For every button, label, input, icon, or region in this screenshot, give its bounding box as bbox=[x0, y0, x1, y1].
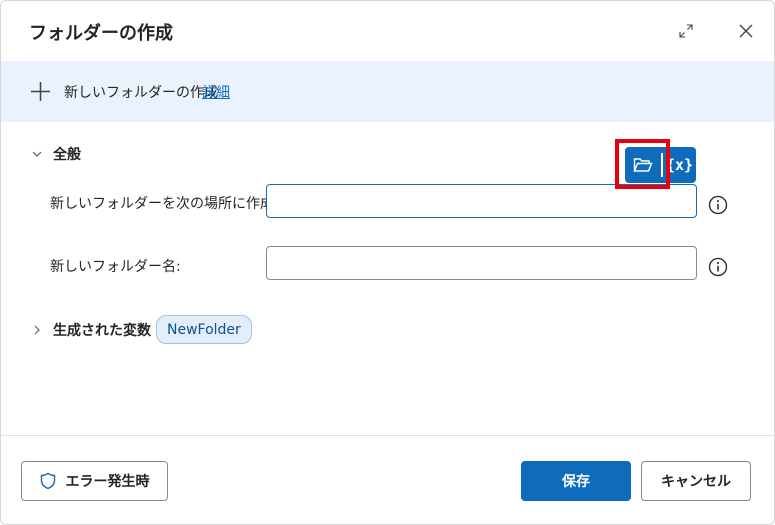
footer-divider bbox=[1, 435, 774, 436]
folder-name-input[interactable] bbox=[266, 246, 697, 280]
on-error-button[interactable]: エラー発生時 bbox=[21, 461, 168, 501]
dialog-title: フォルダーの作成 bbox=[29, 23, 173, 44]
insert-variable-button[interactable]: {x} bbox=[663, 147, 696, 183]
info-banner: 新しいフォルダーの作成 詳細 bbox=[1, 61, 774, 122]
cancel-button[interactable]: キャンセル bbox=[641, 461, 751, 501]
expand-icon bbox=[679, 24, 693, 38]
location-input[interactable] bbox=[266, 184, 697, 218]
folder-name-label: 新しいフォルダー名: bbox=[50, 259, 181, 275]
close-icon bbox=[739, 24, 753, 38]
section-variables-label: 生成された変数 bbox=[53, 323, 151, 339]
banner-text: 新しいフォルダーの作成 bbox=[64, 85, 218, 101]
section-general-label: 全般 bbox=[53, 147, 81, 163]
picker-group: {x} bbox=[625, 147, 696, 183]
expand-button[interactable] bbox=[672, 17, 700, 45]
chevron-down-icon bbox=[32, 151, 42, 157]
section-general-toggle[interactable]: 全般 bbox=[31, 144, 81, 164]
close-button[interactable] bbox=[732, 17, 760, 45]
on-error-label: エラー発生時 bbox=[65, 474, 150, 490]
output-variable-chip[interactable]: NewFolder bbox=[156, 315, 252, 344]
location-label: 新しいフォルダーを次の場所に作成: bbox=[50, 196, 279, 212]
info-icon[interactable] bbox=[708, 257, 728, 277]
create-folder-dialog: フォルダーの作成 新しいフォルダーの作成 詳細 全般 新しいフォルダーを次の場所… bbox=[0, 0, 775, 525]
folder-open-icon bbox=[632, 158, 653, 172]
section-variables-toggle[interactable]: 生成された変数 bbox=[31, 320, 151, 340]
details-link[interactable]: 詳細 bbox=[202, 82, 230, 102]
info-icon[interactable] bbox=[708, 195, 728, 215]
chevron-right-icon bbox=[34, 325, 40, 335]
select-folder-button[interactable] bbox=[625, 147, 660, 183]
plus-icon bbox=[31, 82, 50, 101]
dialog-header: フォルダーの作成 bbox=[1, 1, 774, 61]
save-button[interactable]: 保存 bbox=[521, 461, 631, 501]
shield-icon bbox=[40, 472, 55, 490]
